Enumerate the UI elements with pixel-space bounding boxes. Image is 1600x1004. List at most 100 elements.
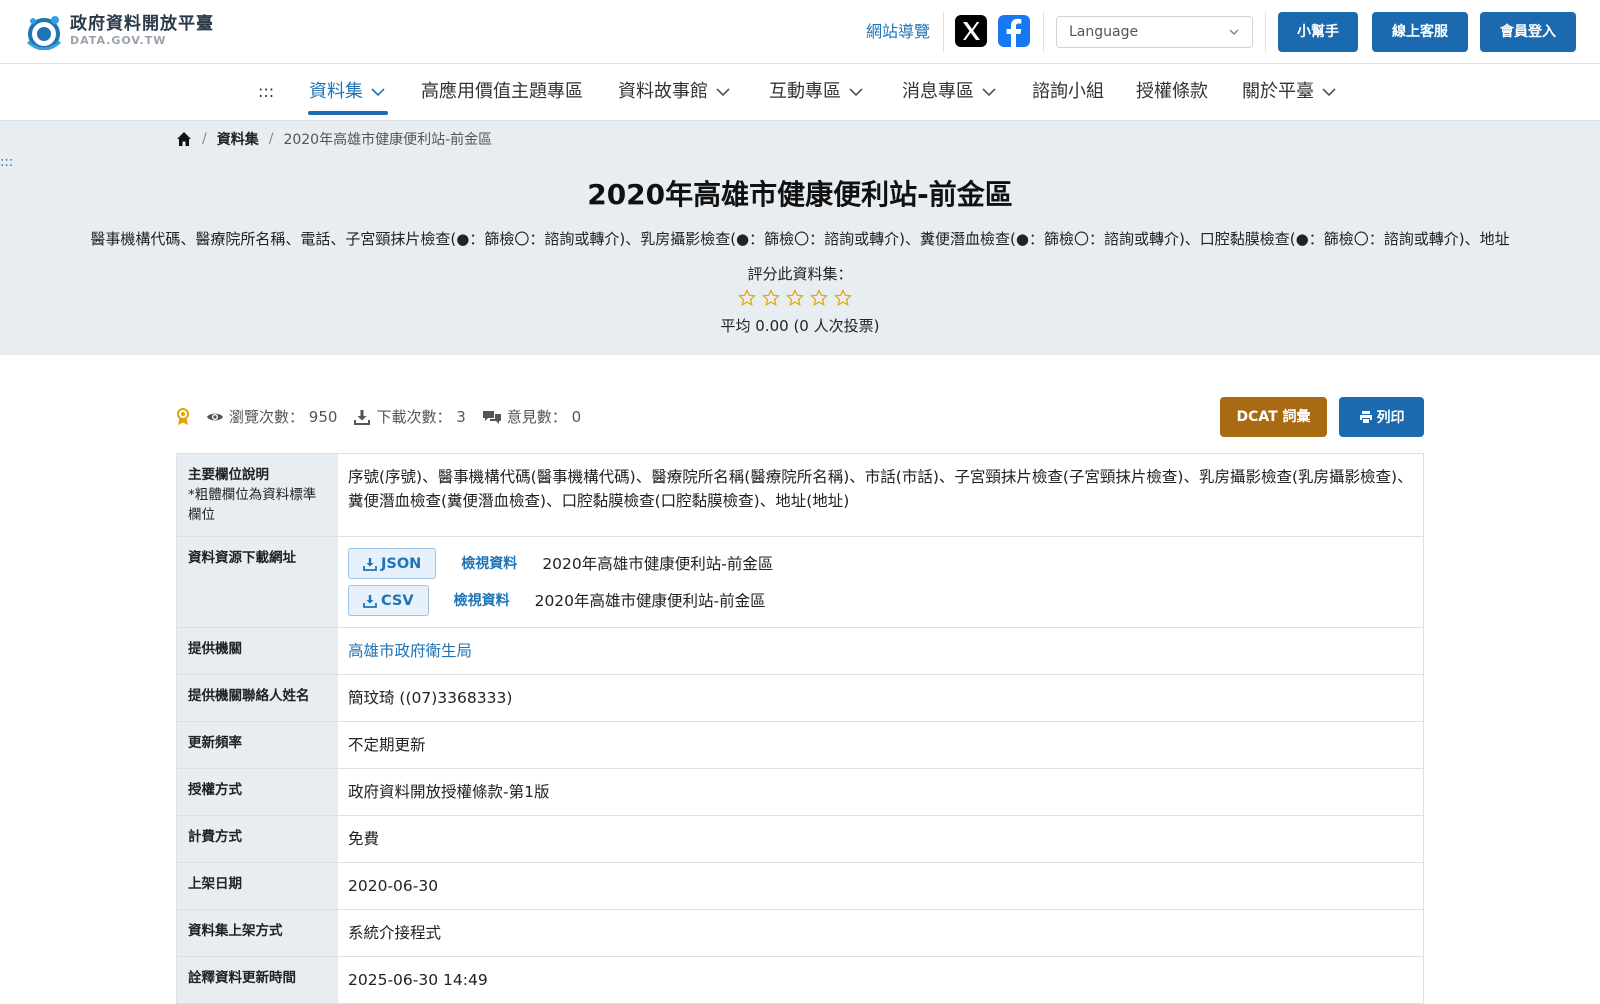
fields-value: 序號(序號)、醫事機構代碼(醫事機構代碼)、醫療院所名稱(醫療院所名稱)、市話(… xyxy=(348,468,1413,510)
rating-average: 平均 0.00 (0 人次投票) xyxy=(720,317,880,335)
divider xyxy=(1043,12,1044,52)
row-header: 提供機關聯絡人姓名 xyxy=(177,675,338,721)
nav-item-about[interactable]: 關於平臺 xyxy=(1242,80,1336,104)
download-format-label: JSON xyxy=(381,555,422,572)
table-row: 上架日期 2020-06-30 xyxy=(177,863,1423,910)
star-icon[interactable] xyxy=(810,289,828,307)
fee-value: 免費 xyxy=(348,830,380,848)
nav-item-label: 授權條款 xyxy=(1136,81,1208,102)
resource-name: 2020年高雄市健康便利站-前金區 xyxy=(542,554,774,573)
view-data-link[interactable]: 檢視資料 xyxy=(461,552,517,576)
nav-item-label: 資料集 xyxy=(309,81,363,102)
download-count-value: 3 xyxy=(456,407,466,426)
table-row: 主要欄位說明 *粗體欄位為資料標準欄位 序號(序號)、醫事機構代碼(醫事機構代碼… xyxy=(177,454,1423,537)
provider-link[interactable]: 高雄市政府衛生局 xyxy=(348,642,472,660)
download-format-label: CSV xyxy=(381,592,414,609)
download-count-label: 下載次數： xyxy=(376,408,452,426)
dataset-info-table: 主要欄位說明 *粗體欄位為資料標準欄位 序號(序號)、醫事機構代碼(醫事機構代碼… xyxy=(176,453,1424,1004)
nav-item-stories[interactable]: 資料故事館 xyxy=(618,80,730,104)
facebook-icon[interactable] xyxy=(998,15,1030,47)
frequency-value: 不定期更新 xyxy=(348,736,426,754)
x-twitter-icon[interactable] xyxy=(955,15,987,47)
nav-item-label: 互動專區 xyxy=(769,81,841,102)
row-header: 資料集上架方式 xyxy=(177,910,338,956)
chevron-down-icon xyxy=(849,88,863,97)
dataset-stats: 瀏覽次數： 950 下載次數： 3 意見數： 0 xyxy=(176,406,597,427)
download-json-button[interactable]: JSON xyxy=(348,548,437,579)
language-select-label: Language xyxy=(1069,24,1139,40)
member-login-button[interactable]: 會員登入 xyxy=(1480,12,1576,52)
row-header: 計費方式 xyxy=(177,816,338,862)
nav-item-interactive[interactable]: 互動專區 xyxy=(769,80,863,104)
chevron-down-icon xyxy=(982,88,996,97)
home-icon[interactable] xyxy=(176,131,192,147)
breadcrumb-current: 2020年高雄市健康便利站-前金區 xyxy=(283,132,493,148)
divider xyxy=(943,12,944,52)
star-icon[interactable] xyxy=(762,289,780,307)
resource-item: CSV 檢視資料 2020年高雄市健康便利站-前金區 xyxy=(348,584,1413,617)
chevron-down-icon xyxy=(1229,29,1239,36)
rating-stars[interactable] xyxy=(738,289,852,307)
resource-item: JSON 檢視資料 2020年高雄市健康便利站-前金區 xyxy=(348,547,1413,580)
published-date-value: 2020-06-30 xyxy=(348,877,439,895)
download-csv-button[interactable]: CSV xyxy=(348,585,429,616)
page-title: 2020年高雄市健康便利站-前金區 xyxy=(587,178,1013,211)
resources-list: JSON 檢視資料 2020年高雄市健康便利站-前金區 CSV 檢視資料 202… xyxy=(338,537,1423,627)
download-icon xyxy=(363,594,377,608)
star-icon[interactable] xyxy=(738,289,756,307)
star-icon[interactable] xyxy=(834,289,852,307)
breadcrumb-datasets[interactable]: 資料集 xyxy=(217,129,259,149)
award-badge-icon xyxy=(177,407,189,425)
metadata-updated-value: 2025-06-30 14:49 xyxy=(348,971,488,989)
site-logo[interactable]: 政府資料開放平臺 DATA.GOV.TW xyxy=(24,12,214,51)
download-icon xyxy=(354,409,371,425)
view-data-link[interactable]: 檢視資料 xyxy=(454,589,510,613)
chevron-down-icon xyxy=(371,88,385,97)
breadcrumb-separator: / xyxy=(268,131,274,147)
view-count: 瀏覽次數： 950 xyxy=(206,406,337,427)
nav-item-high-value[interactable]: 高應用價值主題專區 xyxy=(421,80,583,104)
row-header: 上架日期 xyxy=(177,863,338,909)
comment-count-value: 0 xyxy=(571,407,582,426)
content-accesskey[interactable]: ::: xyxy=(0,155,13,170)
rating-label: 評分此資料集： xyxy=(747,265,853,283)
dataset-hero: / 資料集 / 2020年高雄市健康便利站-前金區 ::: 2020年高雄市健康… xyxy=(0,121,1600,355)
chevron-down-icon xyxy=(1322,88,1336,97)
row-header: 授權方式 xyxy=(177,769,338,815)
table-row: 更新頻率 不定期更新 xyxy=(177,722,1423,769)
nav-item-advisory[interactable]: 諮詢小組 xyxy=(1032,80,1104,104)
row-header: 資料資源下載網址 xyxy=(177,537,338,627)
publish-method-value: 系統介接程式 xyxy=(348,924,442,942)
active-nav-indicator xyxy=(308,111,388,115)
table-row: 詮釋資料更新時間 2025-06-30 14:49 xyxy=(177,957,1423,1004)
comment-count: 意見數： 0 xyxy=(482,406,581,427)
helper-button[interactable]: 小幫手 xyxy=(1278,12,1358,52)
nav-item-label: 資料故事館 xyxy=(618,81,708,102)
logo-title: 政府資料開放平臺 xyxy=(70,14,214,34)
dcat-vocabulary-button[interactable]: DCAT 詞彙 xyxy=(1220,397,1327,437)
eye-icon xyxy=(207,413,223,420)
nav-item-datasets[interactable]: 資料集 xyxy=(309,80,385,104)
comments-icon xyxy=(482,410,501,424)
table-row: 資料集上架方式 系統介接程式 xyxy=(177,910,1423,957)
fields-label: 主要欄位說明 xyxy=(188,467,269,483)
nav-accesskey[interactable]: ::: xyxy=(258,82,274,101)
row-header: 詮釋資料更新時間 xyxy=(177,957,338,1003)
chevron-down-icon xyxy=(716,88,730,97)
print-button[interactable]: 列印 xyxy=(1339,397,1424,437)
online-support-button[interactable]: 線上客服 xyxy=(1372,12,1468,52)
resource-name: 2020年高雄市健康便利站-前金區 xyxy=(534,591,766,610)
row-header: 主要欄位說明 *粗體欄位為資料標準欄位 xyxy=(177,454,338,536)
license-value: 政府資料開放授權條款-第1版 xyxy=(348,783,550,801)
logo-subtitle: DATA.GOV.TW xyxy=(70,34,167,47)
nav-item-news[interactable]: 消息專區 xyxy=(902,80,996,104)
nav-item-label: 消息專區 xyxy=(902,81,974,102)
language-select[interactable]: Language xyxy=(1056,16,1253,48)
star-icon[interactable] xyxy=(786,289,804,307)
dataset-description: 醫事機構代碼、醫療院所名稱、電話、子宮頸抹片檢查(●：篩檢〇：諮詢或轉介)、乳房… xyxy=(90,230,1510,248)
comment-count-label: 意見數： xyxy=(506,408,567,426)
nav-item-license[interactable]: 授權條款 xyxy=(1136,80,1208,104)
row-header: 更新頻率 xyxy=(177,722,338,768)
breadcrumb: / 資料集 / 2020年高雄市健康便利站-前金區 xyxy=(176,129,492,149)
sitemap-link[interactable]: 網站導覽 xyxy=(866,20,930,44)
